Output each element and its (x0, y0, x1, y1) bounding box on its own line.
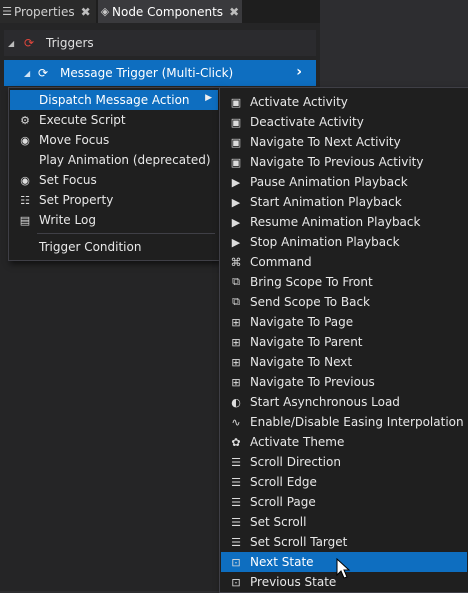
navigation-icon: ⊞ (231, 355, 241, 369)
menu-item-start-asynchronous-load[interactable]: ◐ Start Asynchronous Load (221, 392, 467, 412)
menu-item-dispatch-message-action[interactable]: Dispatch Message Action ▶ (10, 90, 218, 110)
menu-item-activate-activity[interactable]: ▣ Activate Activity (221, 92, 467, 112)
message-trigger-label: Message Trigger (Multi-Click) (60, 66, 234, 80)
menu-item-pause-animation-playback[interactable]: ▶ Pause Animation Playback (221, 172, 467, 192)
context-menu: Dispatch Message Action ▶ ⚙ Execute Scri… (8, 87, 220, 261)
triggers-section[interactable]: ◢ ⟳ Triggers (4, 30, 316, 56)
activity-icon: ▣ (230, 95, 242, 109)
menu-item-navigate-next-activity[interactable]: ▣ Navigate To Next Activity (221, 132, 467, 152)
navigation-icon: ⊞ (231, 335, 241, 349)
focus-icon: ◉ (20, 133, 30, 147)
triggers-label: Triggers (46, 36, 94, 50)
menu-item-stop-animation-playback[interactable]: ▶ Stop Animation Playback (221, 232, 467, 252)
script-icon: ⚙ (20, 113, 30, 127)
menu-item-navigate-to-parent[interactable]: ⊞ Navigate To Parent (221, 332, 467, 352)
menu-item-navigate-to-page[interactable]: ⊞ Navigate To Page (221, 312, 467, 332)
animation-icon: ▶ (231, 215, 241, 229)
easing-icon: ∿ (231, 415, 241, 429)
menu-item-write-log[interactable]: ▤ Write Log (10, 210, 218, 230)
mouse-cursor-icon (336, 558, 351, 579)
menu-item-start-animation-playback[interactable]: ▶ Start Animation Playback (221, 192, 467, 212)
state-icon: ⊡ (231, 575, 241, 589)
menu-item-move-focus[interactable]: ◉ Move Focus (10, 130, 218, 150)
scroll-icon: ☰ (231, 455, 241, 469)
menu-item-set-scroll[interactable]: ☰ Set Scroll (221, 512, 467, 532)
dispatch-message-submenu: ▣ Activate Activity ▣ Deactivate Activity … (219, 87, 468, 593)
command-icon: ⌘ (230, 255, 242, 269)
tab-properties[interactable]: ☰ Properties ✖ (0, 0, 96, 23)
submenu-arrow-icon: ▶ (205, 93, 212, 103)
navigation-icon: ⊞ (231, 375, 241, 389)
message-trigger-icon: ⟳ (38, 66, 49, 80)
tab-node-components[interactable]: ◈ Node Components ✖ (98, 0, 242, 23)
tab-properties-label: Properties (14, 4, 75, 19)
tab-bar: ☰ Properties ✖ ◈ Node Components ✖ (0, 0, 320, 23)
scope-icon: ⧉ (232, 295, 240, 308)
animation-icon: ▶ (231, 175, 241, 189)
list-icon: ☰ (2, 5, 12, 18)
scroll-icon: ☰ (231, 475, 241, 489)
navigation-icon: ⊞ (231, 315, 241, 329)
menu-separator (37, 233, 215, 234)
menu-item-navigate-to-next[interactable]: ⊞ Navigate To Next (221, 352, 467, 372)
activity-icon: ▣ (230, 155, 242, 169)
theme-icon: ✿ (231, 435, 241, 449)
scope-icon: ⧉ (232, 275, 240, 288)
tab-bar-empty (320, 0, 468, 23)
menu-item-deactivate-activity[interactable]: ▣ Deactivate Activity (221, 112, 467, 132)
expand-arrow-icon[interactable]: ◢ (8, 39, 20, 48)
scroll-icon: ☰ (231, 495, 241, 509)
menu-item-navigate-to-previous[interactable]: ⊞ Navigate To Previous (221, 372, 467, 392)
menu-item-scroll-page[interactable]: ☰ Scroll Page (221, 492, 467, 512)
menu-item-send-scope-to-back[interactable]: ⧉ Send Scope To Back (221, 292, 467, 312)
scroll-icon: ☰ (231, 515, 241, 529)
log-icon: ▤ (19, 213, 31, 227)
menu-item-navigate-previous-activity[interactable]: ▣ Navigate To Previous Activity (221, 152, 467, 172)
activity-icon: ▣ (230, 135, 242, 149)
menu-item-play-animation[interactable]: Play Animation (deprecated) (10, 150, 218, 170)
menu-item-activate-theme[interactable]: ✿ Activate Theme (221, 432, 467, 452)
menu-item-easing-interpolation[interactable]: ∿ Enable/Disable Easing Interpolation (221, 412, 467, 432)
menu-item-trigger-condition[interactable]: Trigger Condition (10, 237, 218, 257)
animation-icon: ▶ (231, 195, 241, 209)
close-icon[interactable]: ✖ (229, 5, 239, 19)
animation-icon: ▶ (231, 235, 241, 249)
menu-item-scroll-direction[interactable]: ☰ Scroll Direction (221, 452, 467, 472)
menu-item-set-scroll-target[interactable]: ☰ Set Scroll Target (221, 532, 467, 552)
menu-item-command[interactable]: ⌘ Command (221, 252, 467, 272)
menu-item-set-focus[interactable]: ◉ Set Focus (10, 170, 218, 190)
focus-icon: ◉ (20, 173, 30, 187)
property-icon: ☷ (20, 193, 30, 207)
expand-arrow-icon[interactable]: ◢ (24, 69, 36, 78)
state-icon: ⊡ (231, 555, 241, 569)
menu-item-resume-animation-playback[interactable]: ▶ Resume Animation Playback (221, 212, 467, 232)
activity-icon: ▣ (230, 115, 242, 129)
chevron-right-icon[interactable]: › (296, 64, 302, 80)
load-icon: ◐ (231, 395, 241, 409)
tab-node-components-label: Node Components (112, 4, 224, 19)
menu-item-execute-script[interactable]: ⚙ Execute Script (10, 110, 218, 130)
menu-item-bring-scope-to-front[interactable]: ⧉ Bring Scope To Front (221, 272, 467, 292)
trigger-icon: ⟳ (24, 36, 35, 50)
menu-item-scroll-edge[interactable]: ☰ Scroll Edge (221, 472, 467, 492)
node-components-icon: ◈ (100, 5, 110, 18)
message-trigger-row[interactable]: ◢ ⟳ Message Trigger (Multi-Click) › (4, 60, 316, 86)
close-icon[interactable]: ✖ (81, 5, 91, 19)
scroll-icon: ☰ (231, 535, 241, 549)
menu-item-set-property[interactable]: ☷ Set Property (10, 190, 218, 210)
